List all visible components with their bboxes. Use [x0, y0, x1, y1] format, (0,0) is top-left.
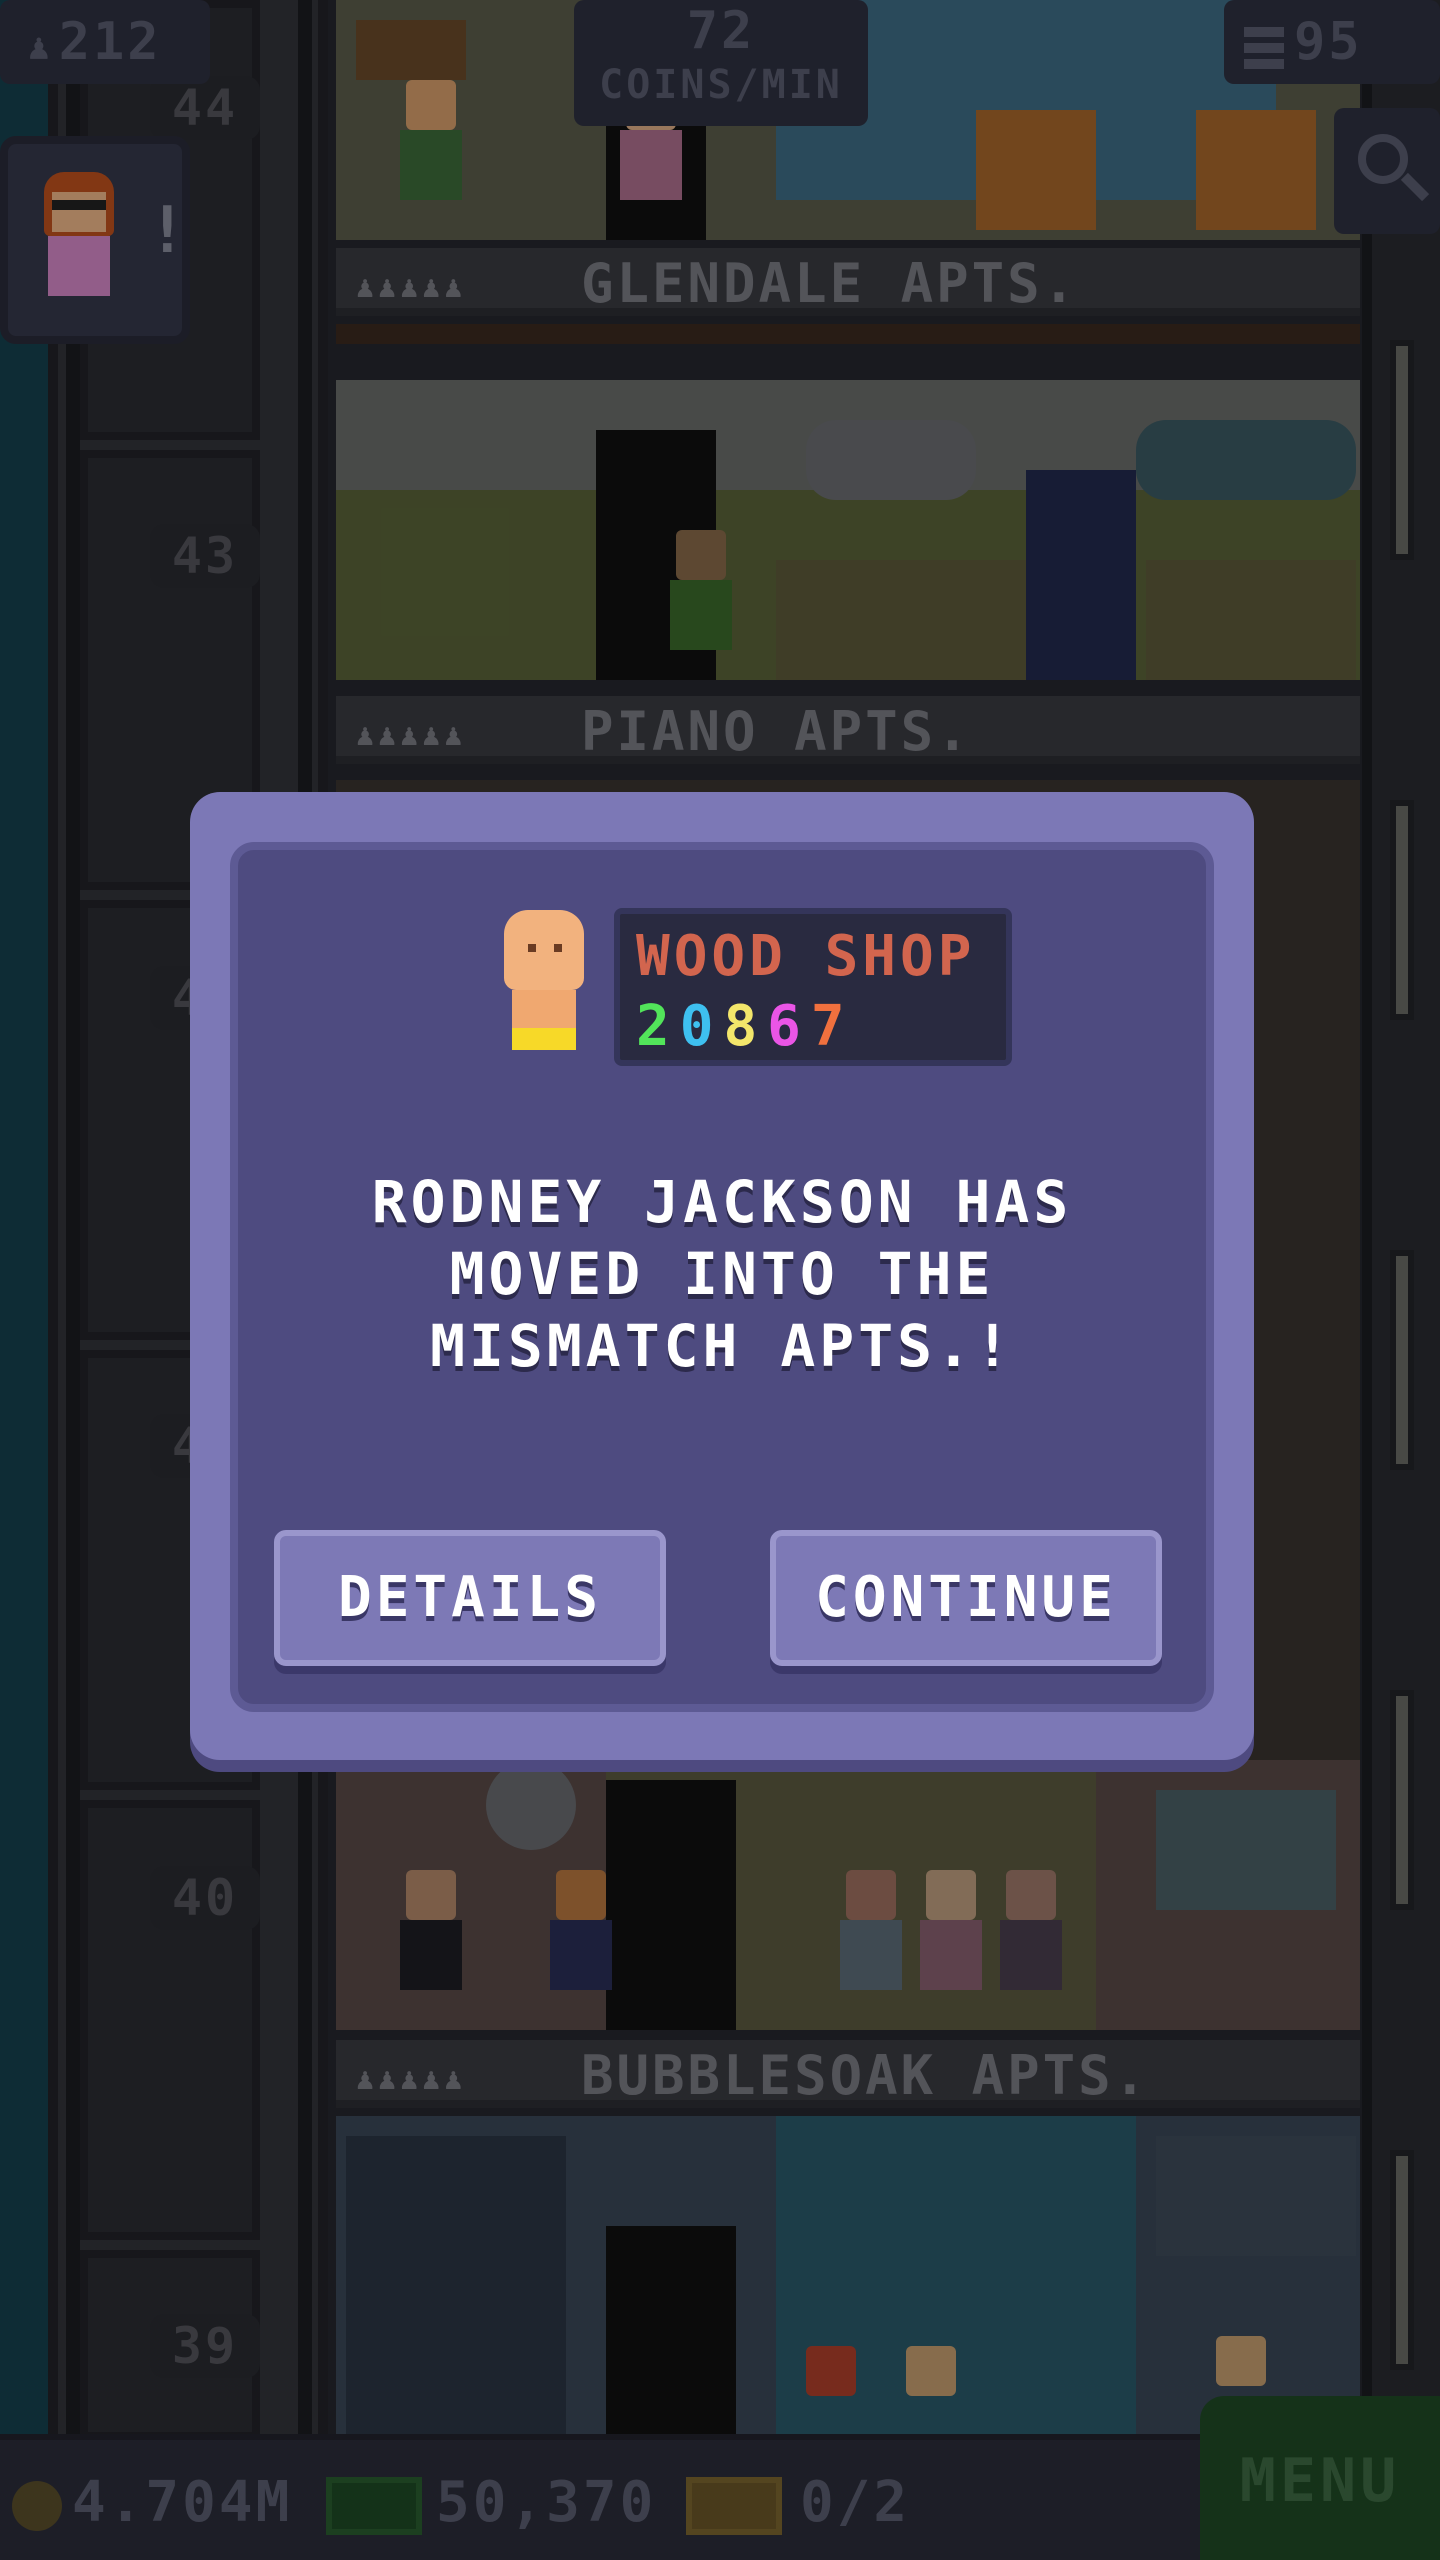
skill-digit: 2	[636, 994, 680, 1059]
skill-digit: 6	[767, 994, 811, 1059]
dialog-message: RODNEY JACKSON HAS MOVED INTO THE MISMAT…	[371, 1168, 1073, 1380]
avatar-torso	[512, 990, 576, 1028]
dream-job-tag: WOOD SHOP 20867	[614, 908, 1012, 1066]
skill-digit: 7	[810, 994, 855, 1059]
continue-button[interactable]: CONTINUE	[770, 1530, 1162, 1666]
avatar-eye	[554, 944, 562, 952]
skill-digit: 8	[723, 994, 768, 1059]
avatar-head	[504, 910, 584, 990]
skill-digit: 0	[679, 994, 724, 1059]
details-button[interactable]: DETAILS	[274, 1530, 666, 1666]
avatar-shorts	[512, 1028, 576, 1050]
skill-levels: 20867	[636, 994, 855, 1059]
avatar-eye	[528, 944, 536, 952]
bitizen-avatar	[494, 910, 594, 1050]
dream-job-name: WOOD SHOP	[636, 924, 976, 989]
dialog-panel: WOOD SHOP 20867 RODNEY JACKSON HAS MOVED…	[230, 842, 1214, 1712]
move-in-dialog: WOOD SHOP 20867 RODNEY JACKSON HAS MOVED…	[190, 792, 1254, 1760]
